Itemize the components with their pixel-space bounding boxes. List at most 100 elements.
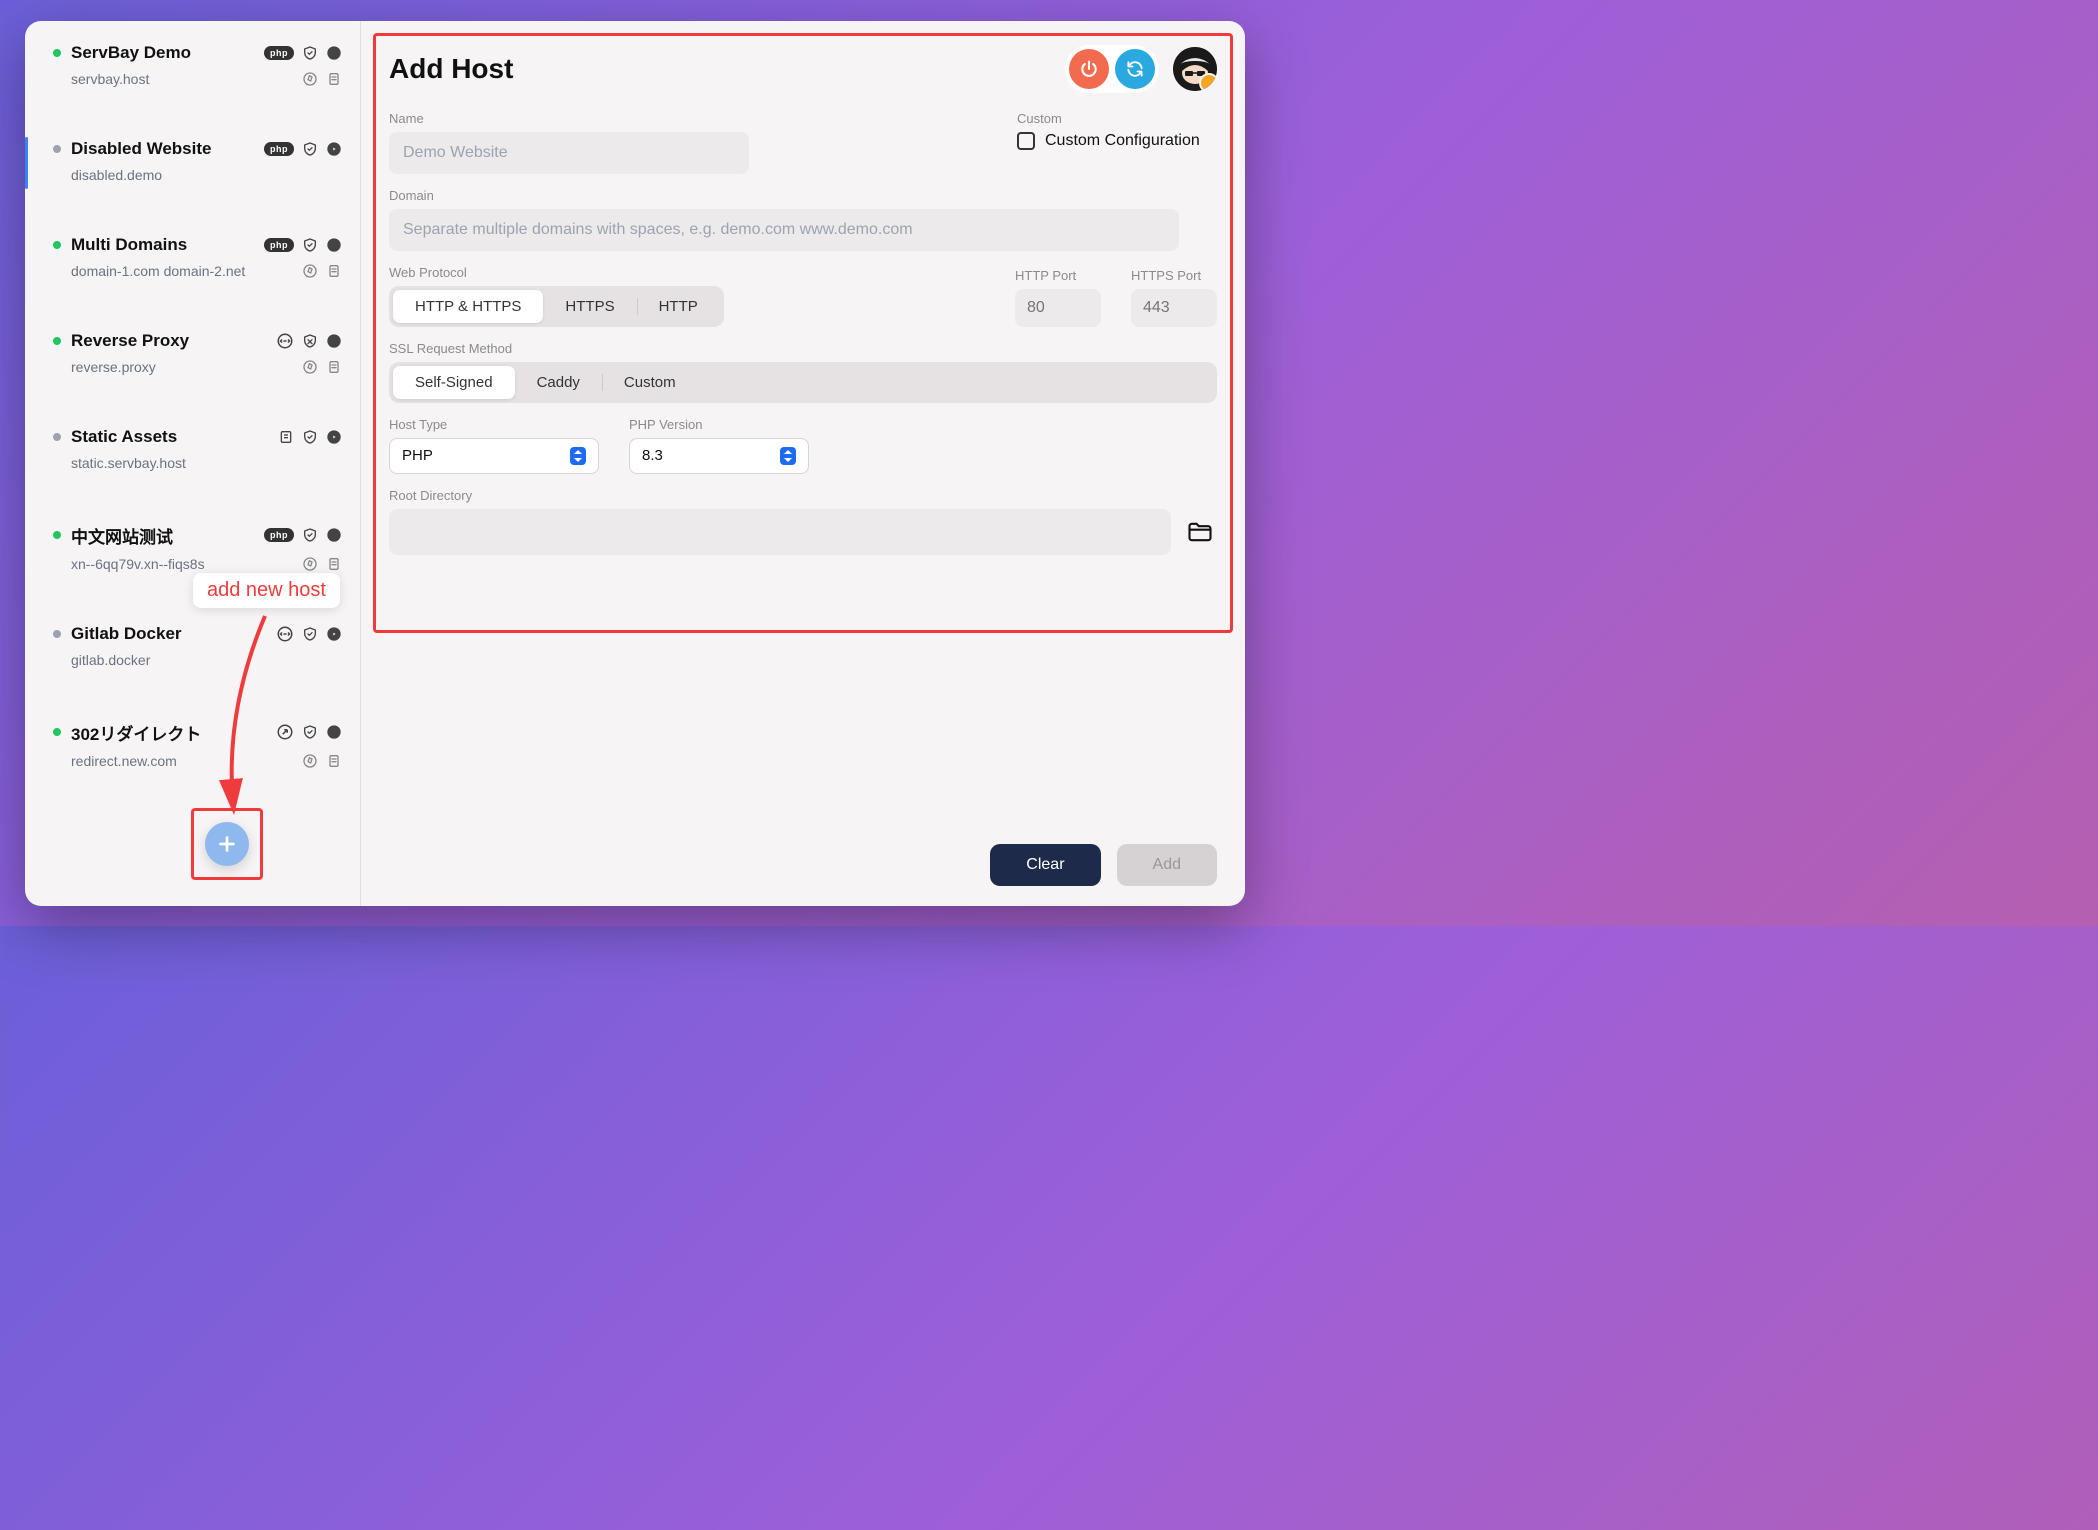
label-http-port: HTTP Port: [1015, 268, 1101, 283]
https-port-input[interactable]: [1131, 289, 1217, 327]
host-name: Gitlab Docker: [71, 624, 266, 644]
label-domain: Domain: [389, 188, 1217, 203]
web-protocol-option[interactable]: HTTP & HTTPS: [393, 290, 543, 323]
page-title: Add Host: [389, 53, 1065, 85]
status-dot: [53, 433, 61, 441]
php-version-select[interactable]: 8.3: [629, 438, 809, 474]
add-host-button[interactable]: [205, 822, 249, 866]
pause-icon: [326, 45, 342, 61]
doc-icon: [326, 263, 342, 279]
pause-icon: [326, 724, 342, 740]
ssl-option[interactable]: Caddy: [515, 366, 602, 399]
pause-icon: [326, 237, 342, 253]
status-dot: [53, 630, 61, 638]
label-name: Name: [389, 111, 977, 126]
domain-input[interactable]: [389, 209, 1179, 251]
shield-icon: [302, 237, 318, 253]
status-dot: [53, 241, 61, 249]
host-item[interactable]: Gitlab Docker gitlab.docker: [25, 614, 360, 682]
compass-icon: [302, 556, 318, 572]
root-directory-input[interactable]: [389, 509, 1171, 555]
host-name: 中文网站测试: [71, 523, 254, 548]
main-panel: Add Host: [361, 21, 1245, 906]
compass-icon: [302, 753, 318, 769]
host-type-value: PHP: [402, 447, 433, 464]
host-item[interactable]: Static Assets static.servbay.host: [25, 417, 360, 485]
hosts-sidebar: ServBay Demo php servbay.host Disabled W…: [25, 21, 361, 906]
shield-icon: [302, 45, 318, 61]
app-window: ServBay Demo php servbay.host Disabled W…: [25, 21, 1245, 906]
host-domain: servbay.host: [71, 71, 294, 87]
php-badge: php: [264, 238, 294, 252]
host-domain: static.servbay.host: [71, 455, 334, 471]
doc-icon: [326, 359, 342, 375]
select-arrows-icon: [570, 447, 586, 465]
host-domain: xn--6qq79v.xn--fiqs8s: [71, 556, 294, 572]
ssl-option[interactable]: Custom: [602, 366, 698, 399]
custom-config-checkbox[interactable]: [1017, 132, 1035, 150]
pause-icon: [326, 333, 342, 349]
label-php-version: PHP Version: [629, 417, 809, 432]
status-dot: [53, 728, 61, 736]
status-dot: [53, 531, 61, 539]
sync-icon: [1125, 59, 1145, 79]
host-item[interactable]: 中文网站测试 php xn--6qq79v.xn--fiqs8s: [25, 513, 360, 586]
host-domain: domain-1.com domain-2.net: [71, 263, 294, 279]
host-item[interactable]: 302リダイレクト redirect.new.com: [25, 710, 360, 783]
ssl-option[interactable]: Self-Signed: [393, 366, 515, 399]
header-action-group: [1065, 45, 1159, 93]
status-dot: [53, 49, 61, 57]
shield-x-icon: [302, 333, 318, 349]
web-protocol-option[interactable]: HTTPS: [543, 290, 636, 323]
web-protocol-option[interactable]: HTTP: [637, 290, 720, 323]
sync-button[interactable]: [1115, 49, 1155, 89]
host-name: 302リダイレクト: [71, 720, 266, 745]
host-type-select[interactable]: PHP: [389, 438, 599, 474]
status-dot: [53, 145, 61, 153]
play-icon: [326, 626, 342, 642]
avatar-icon: [1173, 47, 1217, 91]
host-name: Reverse Proxy: [71, 331, 266, 351]
host-domain: disabled.demo: [71, 167, 334, 183]
clear-button[interactable]: Clear: [990, 844, 1100, 886]
folder-icon[interactable]: [1183, 518, 1217, 546]
shield-icon: [302, 626, 318, 642]
redirect-badge-icon: [276, 723, 294, 741]
host-name: Multi Domains: [71, 235, 254, 255]
compass-icon: [302, 359, 318, 375]
power-button[interactable]: [1069, 49, 1109, 89]
ssl-segment: Self-SignedCaddyCustom: [389, 362, 1217, 403]
select-arrows-icon: [780, 447, 796, 465]
host-item[interactable]: Reverse Proxy reverse.proxy: [25, 321, 360, 389]
php-badge: php: [264, 46, 294, 60]
php-badge: php: [264, 142, 294, 156]
host-name: Disabled Website: [71, 139, 254, 159]
label-host-type: Host Type: [389, 417, 599, 432]
php-version-value: 8.3: [642, 447, 663, 464]
host-domain: gitlab.docker: [71, 652, 334, 668]
compass-icon: [302, 71, 318, 87]
host-item[interactable]: ServBay Demo php servbay.host: [25, 33, 360, 101]
header: Add Host: [389, 45, 1217, 93]
doc-icon: [326, 753, 342, 769]
proxy-badge-icon: [276, 332, 294, 350]
http-port-input[interactable]: [1015, 289, 1101, 327]
power-icon: [1079, 59, 1099, 79]
status-dot: [53, 337, 61, 345]
label-https-port: HTTPS Port: [1131, 268, 1217, 283]
doc-icon: [326, 556, 342, 572]
shield-icon: [302, 527, 318, 543]
host-item[interactable]: Disabled Website php disabled.demo: [25, 129, 360, 197]
doc-icon: [326, 71, 342, 87]
shield-icon: [302, 429, 318, 445]
proxy-badge-icon: [276, 625, 294, 643]
label-ssl: SSL Request Method: [389, 341, 1217, 356]
add-button[interactable]: Add: [1117, 844, 1217, 886]
plus-icon: [216, 833, 238, 855]
compass-icon: [302, 263, 318, 279]
label-custom: Custom: [1017, 111, 1217, 126]
name-input[interactable]: [389, 132, 749, 174]
user-avatar[interactable]: [1173, 47, 1217, 91]
host-item[interactable]: Multi Domains php domain-1.com domain-2.…: [25, 225, 360, 293]
custom-config-label: Custom Configuration: [1045, 132, 1200, 150]
